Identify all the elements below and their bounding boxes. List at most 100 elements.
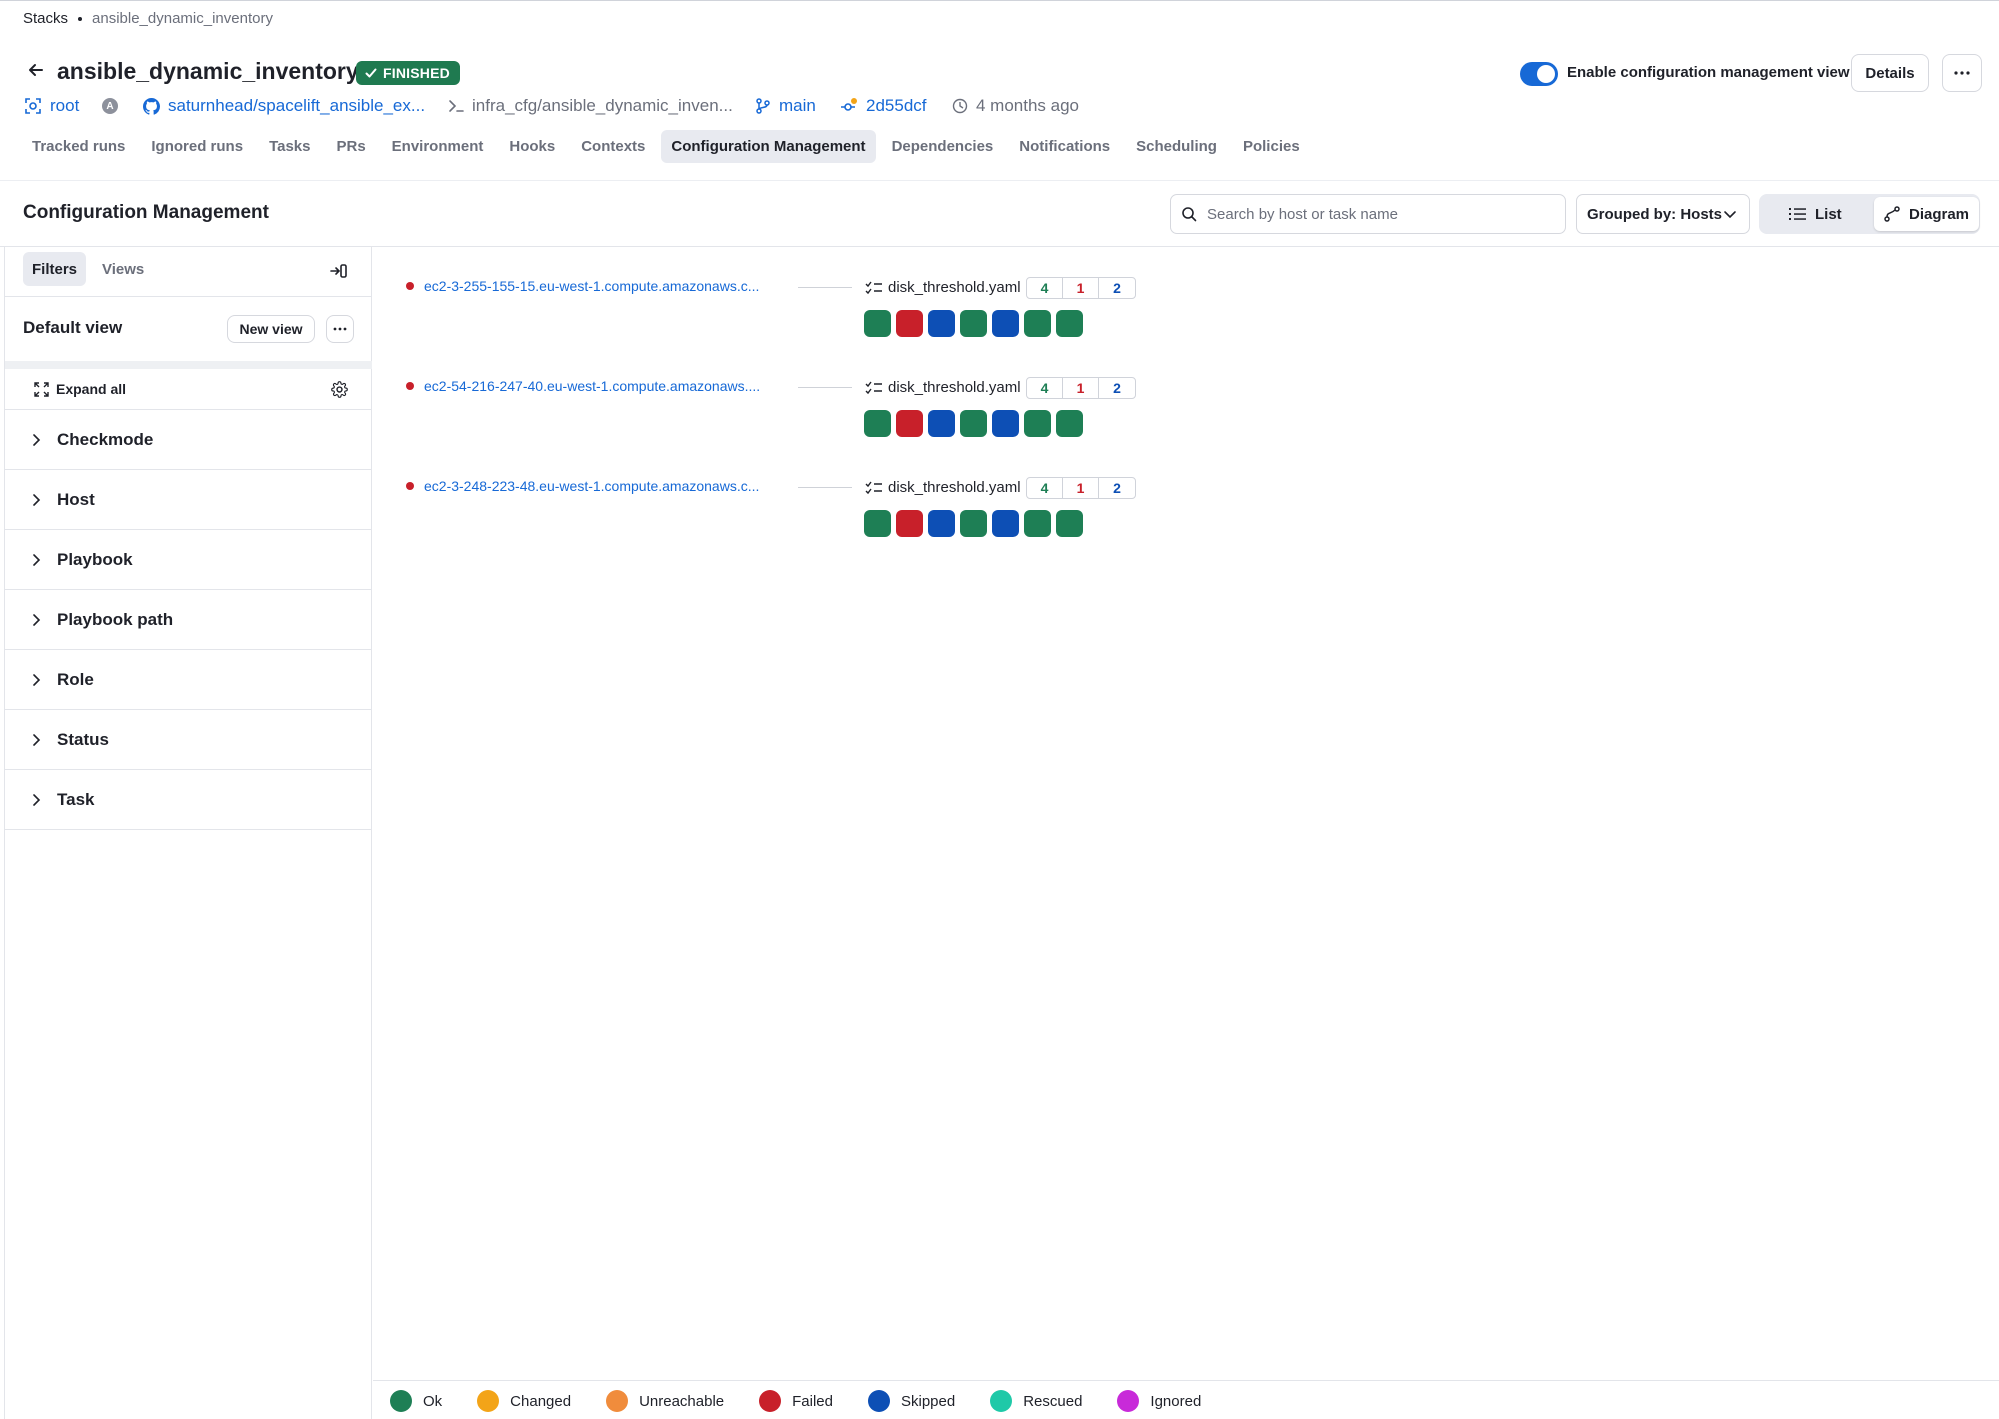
diagram-view-button[interactable]: Diagram bbox=[1874, 197, 1980, 231]
legend-label: Ok bbox=[423, 1392, 443, 1410]
check-icon bbox=[364, 66, 378, 80]
collapse-sidebar-icon[interactable] bbox=[330, 263, 348, 279]
tab-filters[interactable]: Filters bbox=[23, 252, 87, 286]
tab-contexts[interactable]: Contexts bbox=[571, 130, 655, 163]
view-options-button[interactable] bbox=[326, 315, 354, 343]
meta-commit[interactable]: 2d55dcf bbox=[840, 96, 927, 116]
task-status-ok[interactable] bbox=[960, 410, 987, 437]
task-status-ok[interactable] bbox=[1024, 510, 1051, 537]
tab-environment[interactable]: Environment bbox=[382, 130, 494, 163]
chevron-down-icon bbox=[1723, 207, 1737, 221]
task-status-ok[interactable] bbox=[1056, 410, 1083, 437]
task-status-skipped[interactable] bbox=[928, 510, 955, 537]
group-by-value: Grouped by: Hosts bbox=[1587, 205, 1723, 223]
task-status-ok[interactable] bbox=[864, 510, 891, 537]
task-status-ok[interactable] bbox=[1056, 510, 1083, 537]
task-status-ok[interactable] bbox=[1056, 310, 1083, 337]
status-text: FINISHED bbox=[383, 65, 450, 81]
legend-swatch bbox=[477, 1390, 500, 1412]
filter-label: Playbook bbox=[57, 549, 133, 569]
tab-notifications[interactable]: Notifications bbox=[1009, 130, 1120, 163]
tab-ignored-runs[interactable]: Ignored runs bbox=[141, 130, 253, 163]
config-management-toggle-label: Enable configuration management view bbox=[1567, 64, 1850, 81]
task-status-skipped[interactable] bbox=[992, 310, 1019, 337]
task-status-skipped[interactable] bbox=[928, 410, 955, 437]
task-status-skipped[interactable] bbox=[992, 510, 1019, 537]
divider bbox=[0, 180, 1999, 181]
legend-item-skipped: Skipped bbox=[867, 1390, 955, 1412]
breadcrumb-stacks[interactable]: Stacks bbox=[23, 10, 68, 27]
tab-tasks[interactable]: Tasks bbox=[259, 130, 320, 163]
top-border bbox=[0, 0, 1999, 1]
meta-branch[interactable]: main bbox=[755, 96, 816, 116]
sidebar-band bbox=[5, 361, 372, 369]
host-node[interactable]: ec2-54-216-247-40.eu-west-1.compute.amaz… bbox=[406, 378, 760, 394]
playbook-name: disk_threshold.yaml bbox=[888, 379, 1021, 396]
filter-label: Host bbox=[57, 489, 95, 509]
legend-swatch bbox=[990, 1390, 1013, 1412]
filter-role[interactable]: Role bbox=[5, 650, 372, 710]
host-node[interactable]: ec2-3-255-155-15.eu-west-1.compute.amazo… bbox=[406, 278, 759, 294]
task-list bbox=[864, 310, 1083, 337]
tab-hooks[interactable]: Hooks bbox=[499, 130, 565, 163]
repo-link[interactable]: saturnhead/spacelift_ansible_ex... bbox=[168, 96, 425, 116]
playbook-icon bbox=[865, 281, 882, 295]
commit-link[interactable]: 2d55dcf bbox=[866, 96, 927, 116]
tab-prs[interactable]: PRs bbox=[326, 130, 375, 163]
playbook-node[interactable]: disk_threshold.yaml bbox=[865, 479, 1021, 496]
connector-line bbox=[798, 287, 852, 288]
expand-all-button[interactable]: Expand all bbox=[34, 381, 126, 397]
filter-playbook[interactable]: Playbook bbox=[5, 530, 372, 590]
playbook-node[interactable]: disk_threshold.yaml bbox=[865, 279, 1021, 296]
back-arrow-icon[interactable] bbox=[26, 60, 46, 80]
space-link[interactable]: root bbox=[50, 96, 79, 116]
project-path: infra_cfg/ansible_dynamic_inven... bbox=[472, 96, 733, 115]
search-input[interactable] bbox=[1207, 205, 1537, 223]
tab-tracked-runs[interactable]: Tracked runs bbox=[22, 130, 135, 163]
task-status-ok[interactable] bbox=[864, 410, 891, 437]
more-icon bbox=[333, 327, 347, 331]
meta-time: 4 months ago bbox=[952, 96, 1079, 116]
task-status-failed[interactable] bbox=[896, 410, 923, 437]
failed-count: 1 bbox=[1063, 378, 1099, 398]
task-status-failed[interactable] bbox=[896, 310, 923, 337]
tab-configuration-management[interactable]: Configuration Management bbox=[661, 130, 876, 163]
new-view-button[interactable]: New view bbox=[227, 315, 315, 343]
task-status-ok[interactable] bbox=[1024, 310, 1051, 337]
tab-dependencies[interactable]: Dependencies bbox=[882, 130, 1004, 163]
task-status-failed[interactable] bbox=[896, 510, 923, 537]
task-status-ok[interactable] bbox=[1024, 410, 1051, 437]
branch-link[interactable]: main bbox=[779, 96, 816, 116]
task-status-skipped[interactable] bbox=[992, 410, 1019, 437]
filter-playbook-path[interactable]: Playbook path bbox=[5, 590, 372, 650]
tab-views[interactable]: Views bbox=[93, 252, 153, 286]
host-status-dot bbox=[406, 382, 414, 390]
host-node[interactable]: ec2-3-248-223-48.eu-west-1.compute.amazo… bbox=[406, 478, 759, 494]
task-status-skipped[interactable] bbox=[928, 310, 955, 337]
branch-icon bbox=[755, 98, 771, 114]
filter-task[interactable]: Task bbox=[5, 770, 372, 830]
group-by-select[interactable]: Grouped by: Hosts bbox=[1576, 194, 1750, 234]
more-actions-button[interactable] bbox=[1942, 54, 1982, 92]
config-management-toggle[interactable] bbox=[1520, 62, 1558, 86]
task-status-ok[interactable] bbox=[960, 310, 987, 337]
details-button[interactable]: Details bbox=[1851, 54, 1929, 92]
connector-line bbox=[798, 487, 852, 488]
tab-policies[interactable]: Policies bbox=[1233, 130, 1310, 163]
meta-space[interactable]: root bbox=[24, 96, 79, 116]
github-icon bbox=[143, 97, 160, 115]
settings-gear-icon[interactable] bbox=[331, 381, 348, 398]
list-view-button[interactable]: List bbox=[1779, 197, 1852, 231]
filter-label: Task bbox=[57, 789, 95, 809]
meta-repo[interactable]: saturnhead/spacelift_ansible_ex... bbox=[143, 96, 425, 116]
list-icon bbox=[1789, 207, 1806, 221]
filter-label: Playbook path bbox=[57, 609, 174, 629]
task-status-ok[interactable] bbox=[864, 310, 891, 337]
chevron-right-icon bbox=[31, 733, 41, 746]
playbook-node[interactable]: disk_threshold.yaml bbox=[865, 379, 1021, 396]
task-status-ok[interactable] bbox=[960, 510, 987, 537]
filter-checkmode[interactable]: Checkmode bbox=[5, 410, 372, 470]
tab-scheduling[interactable]: Scheduling bbox=[1126, 130, 1227, 163]
filter-status[interactable]: Status bbox=[5, 710, 372, 770]
filter-host[interactable]: Host bbox=[5, 470, 372, 530]
